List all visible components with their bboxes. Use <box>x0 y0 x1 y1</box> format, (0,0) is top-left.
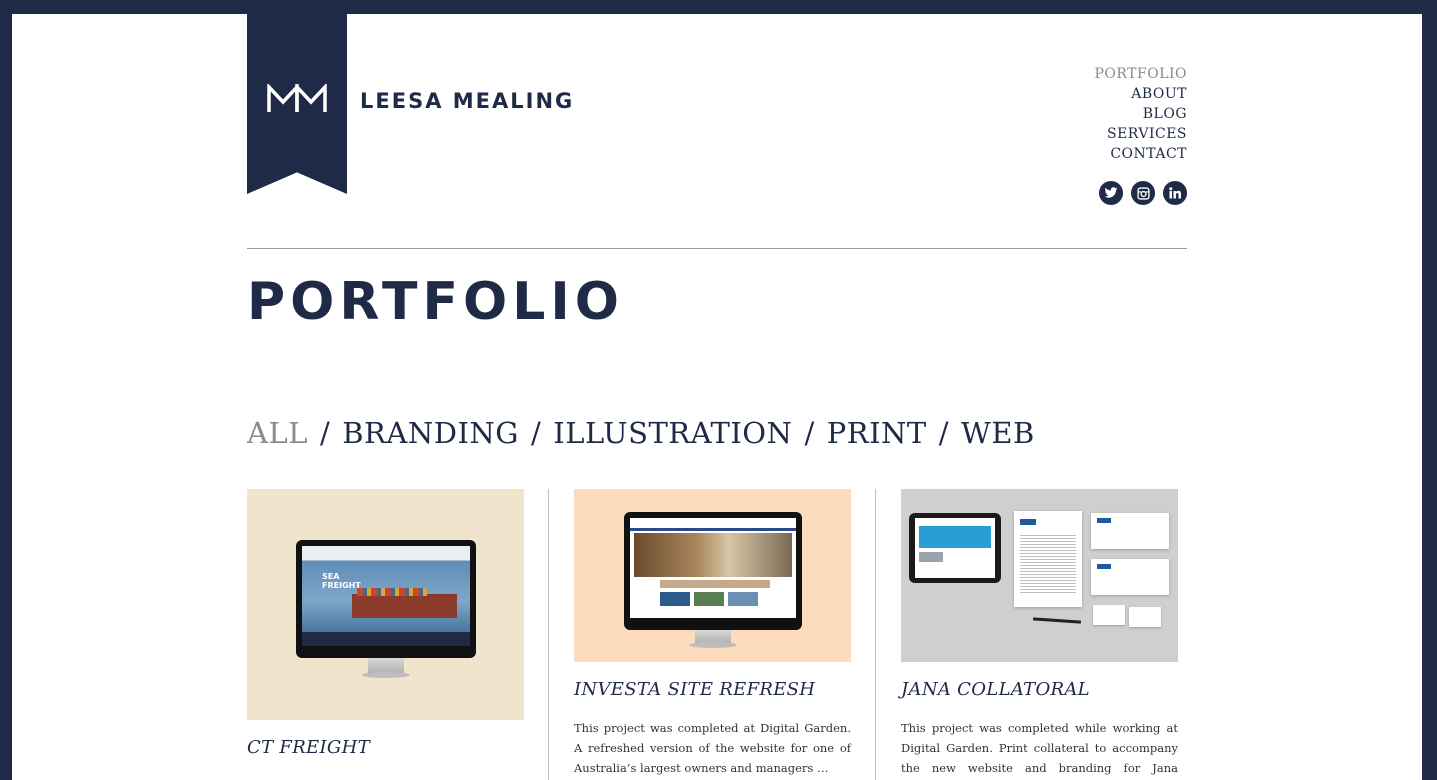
filter-separator: / <box>804 416 815 450</box>
screen-card <box>694 592 724 606</box>
linkedin-icon[interactable] <box>1163 181 1187 205</box>
screen-footer-bar <box>302 632 470 646</box>
portfolio-item-investa[interactable]: INVESTA SITE REFRESH This project was co… <box>574 489 851 778</box>
screen-hero-image <box>634 533 792 577</box>
header-divider <box>247 248 1187 249</box>
filter-web[interactable]: WEB <box>961 416 1035 450</box>
filter-print[interactable]: PRINT <box>827 416 927 450</box>
nav-item-services[interactable]: SERVICES <box>1094 124 1187 144</box>
filter-separator: / <box>319 416 331 450</box>
filter-separator: / <box>530 416 542 450</box>
tablet-mockup <box>909 513 1001 583</box>
portfolio-item-title[interactable]: INVESTA SITE REFRESH <box>574 679 851 700</box>
brand-name[interactable]: LEESA MEALING <box>360 89 574 113</box>
portfolio-thumbnail[interactable] <box>574 489 851 662</box>
filter-illustration[interactable]: ILLUSTRATION <box>553 416 792 450</box>
content-container: LEESA MEALING PORTFOLIO ABOUT BLOG SERVI… <box>247 14 1187 780</box>
portfolio-thumbnail[interactable] <box>901 489 1178 662</box>
envelope-mockup <box>1091 513 1169 549</box>
screen-card <box>728 592 758 606</box>
nav-item-about[interactable]: ABOUT <box>1094 84 1187 104</box>
portfolio-item-ct-freight[interactable]: SEA FREIGHT CT FREIGHT <box>247 489 524 758</box>
nav-item-blog[interactable]: BLOG <box>1094 104 1187 124</box>
screen-banner <box>660 580 770 588</box>
screen-headline: SEA FREIGHT <box>322 572 361 590</box>
filter-branding[interactable]: BRANDING <box>342 416 519 450</box>
portfolio-item-description: This project was completed at Digital Ga… <box>574 721 851 775</box>
instagram-icon[interactable] <box>1131 181 1155 205</box>
portfolio-item-jana[interactable]: JANA COLLATORAL This project was complet… <box>901 489 1178 780</box>
column-divider <box>548 489 549 780</box>
page-title: PORTFOLIO <box>247 272 624 332</box>
social-links <box>1099 181 1187 205</box>
portfolio-thumbnail[interactable]: SEA FREIGHT <box>247 489 524 720</box>
nav-item-portfolio[interactable]: PORTFOLIO <box>1094 64 1187 84</box>
filter-all[interactable]: ALL <box>247 416 308 450</box>
page: LEESA MEALING PORTFOLIO ABOUT BLOG SERVI… <box>12 14 1422 780</box>
main-nav: PORTFOLIO ABOUT BLOG SERVICES CONTACT <box>1094 64 1187 164</box>
ship-graphic <box>352 594 457 618</box>
filter-separator: / <box>938 416 950 450</box>
portfolio-filters: ALL / BRANDING / ILLUSTRATION / PRINT / WEB <box>247 416 1035 450</box>
screen-nav-bar <box>630 518 796 531</box>
business-card-mockup <box>1129 607 1161 627</box>
portfolio-item-description: This project was completed while working… <box>901 721 1178 775</box>
column-divider <box>875 489 876 780</box>
portfolio-item-title[interactable]: JANA COLLATORAL <box>901 679 1178 700</box>
business-card-mockup <box>1093 605 1125 625</box>
envelope-mockup <box>1091 559 1169 595</box>
twitter-icon[interactable] <box>1099 181 1123 205</box>
container-stack <box>357 588 427 596</box>
monitor-mockup: SEA FREIGHT <box>296 540 476 680</box>
screen-card <box>660 592 690 606</box>
monitor-mockup <box>624 512 802 652</box>
portfolio-item-title[interactable]: CT FREIGHT <box>247 737 524 758</box>
pen-graphic <box>1032 617 1082 624</box>
nav-item-contact[interactable]: CONTACT <box>1094 144 1187 164</box>
logo-ribbon[interactable] <box>247 14 347 194</box>
letterhead-mockup <box>1014 511 1082 607</box>
logo-mm-icon <box>267 84 327 112</box>
